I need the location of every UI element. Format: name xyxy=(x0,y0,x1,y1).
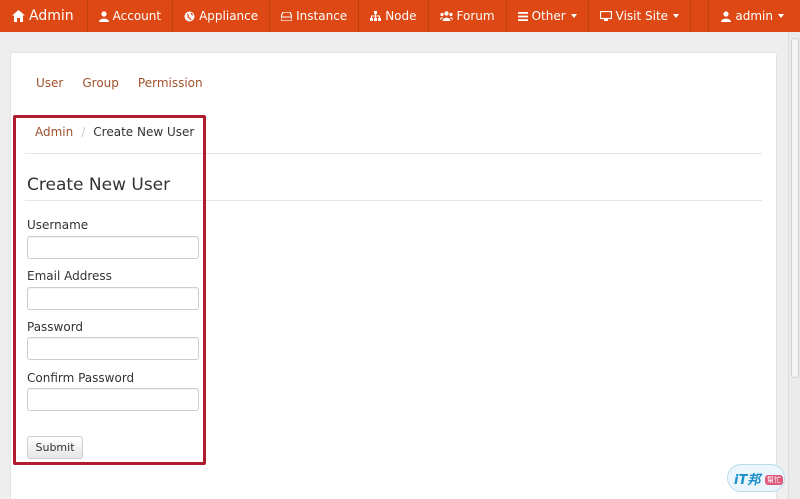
divider xyxy=(25,200,762,201)
nav-item-node[interactable]: Node xyxy=(359,0,429,32)
nav-item-account[interactable]: Account xyxy=(88,0,174,32)
globe-icon xyxy=(184,11,195,22)
sub-navigation: User Group Permission xyxy=(36,76,203,90)
confirm-password-label: Confirm Password xyxy=(27,371,135,385)
subnav-item-permission[interactable]: Permission xyxy=(138,76,203,90)
watermark-sub-text: 幫忙 xyxy=(765,475,783,485)
scrollbar-thumb[interactable] xyxy=(791,38,799,378)
nav-brand-admin[interactable]: Admin xyxy=(0,0,88,32)
caret-down-icon xyxy=(673,14,680,18)
caret-down-icon xyxy=(778,14,784,18)
user-icon xyxy=(98,10,109,22)
vertical-scrollbar[interactable] xyxy=(788,32,800,499)
home-icon xyxy=(12,10,25,22)
submit-button[interactable]: Submit xyxy=(27,436,83,459)
watermark-main-text: iT邦 xyxy=(734,473,761,488)
nav-item-forum[interactable]: Forum xyxy=(429,0,507,32)
content-panel: User Group Permission Admin / Create New… xyxy=(10,52,777,499)
nav-item-label: Forum xyxy=(456,9,495,23)
nav-item-other[interactable]: Other xyxy=(507,0,589,32)
nav-item-label: Node xyxy=(385,9,417,23)
nav-user-label: admin xyxy=(735,9,773,23)
nav-item-label: Visit Site xyxy=(615,9,669,23)
divider xyxy=(25,153,762,154)
nav-item-label: Instance xyxy=(296,9,348,23)
breadcrumb-separator: / xyxy=(81,125,86,139)
password-label: Password xyxy=(27,320,84,334)
user-icon xyxy=(721,10,732,22)
nav-item-label: Appliance xyxy=(199,9,259,23)
sitemap-icon xyxy=(370,11,382,21)
nav-user-menu[interactable]: admin xyxy=(709,0,800,32)
subnav-item-group[interactable]: Group xyxy=(82,76,119,90)
site-watermark: iT邦 幫忙 xyxy=(727,462,793,494)
list-icon xyxy=(517,11,528,21)
desktop-icon xyxy=(599,11,612,21)
confirm-password-input[interactable] xyxy=(27,388,199,411)
nav-item-appliance[interactable]: Appliance xyxy=(173,0,271,32)
username-label: Username xyxy=(27,218,89,232)
username-input[interactable] xyxy=(27,236,199,259)
top-navbar: Admin Account Appliance Instance Node Fo… xyxy=(0,0,800,32)
nav-item-label: Account xyxy=(112,9,162,23)
email-input[interactable] xyxy=(27,287,199,310)
email-label: Email Address xyxy=(27,269,112,283)
caret-down-icon xyxy=(570,14,577,18)
nav-spacer xyxy=(691,0,710,32)
group-icon xyxy=(439,11,453,21)
nav-item-visit-site[interactable]: Visit Site xyxy=(589,0,692,32)
hdd-icon xyxy=(281,11,293,21)
breadcrumb-current: Create New User xyxy=(93,125,195,139)
nav-item-label: Other xyxy=(531,9,566,23)
breadcrumb-root[interactable]: Admin xyxy=(35,125,73,139)
subnav-item-user[interactable]: User xyxy=(36,76,63,90)
page-title: Create New User xyxy=(27,175,171,195)
nav-brand-label: Admin xyxy=(29,8,74,24)
password-input[interactable] xyxy=(27,337,199,360)
breadcrumb: Admin / Create New User xyxy=(35,125,194,139)
nav-item-instance[interactable]: Instance xyxy=(270,0,360,32)
